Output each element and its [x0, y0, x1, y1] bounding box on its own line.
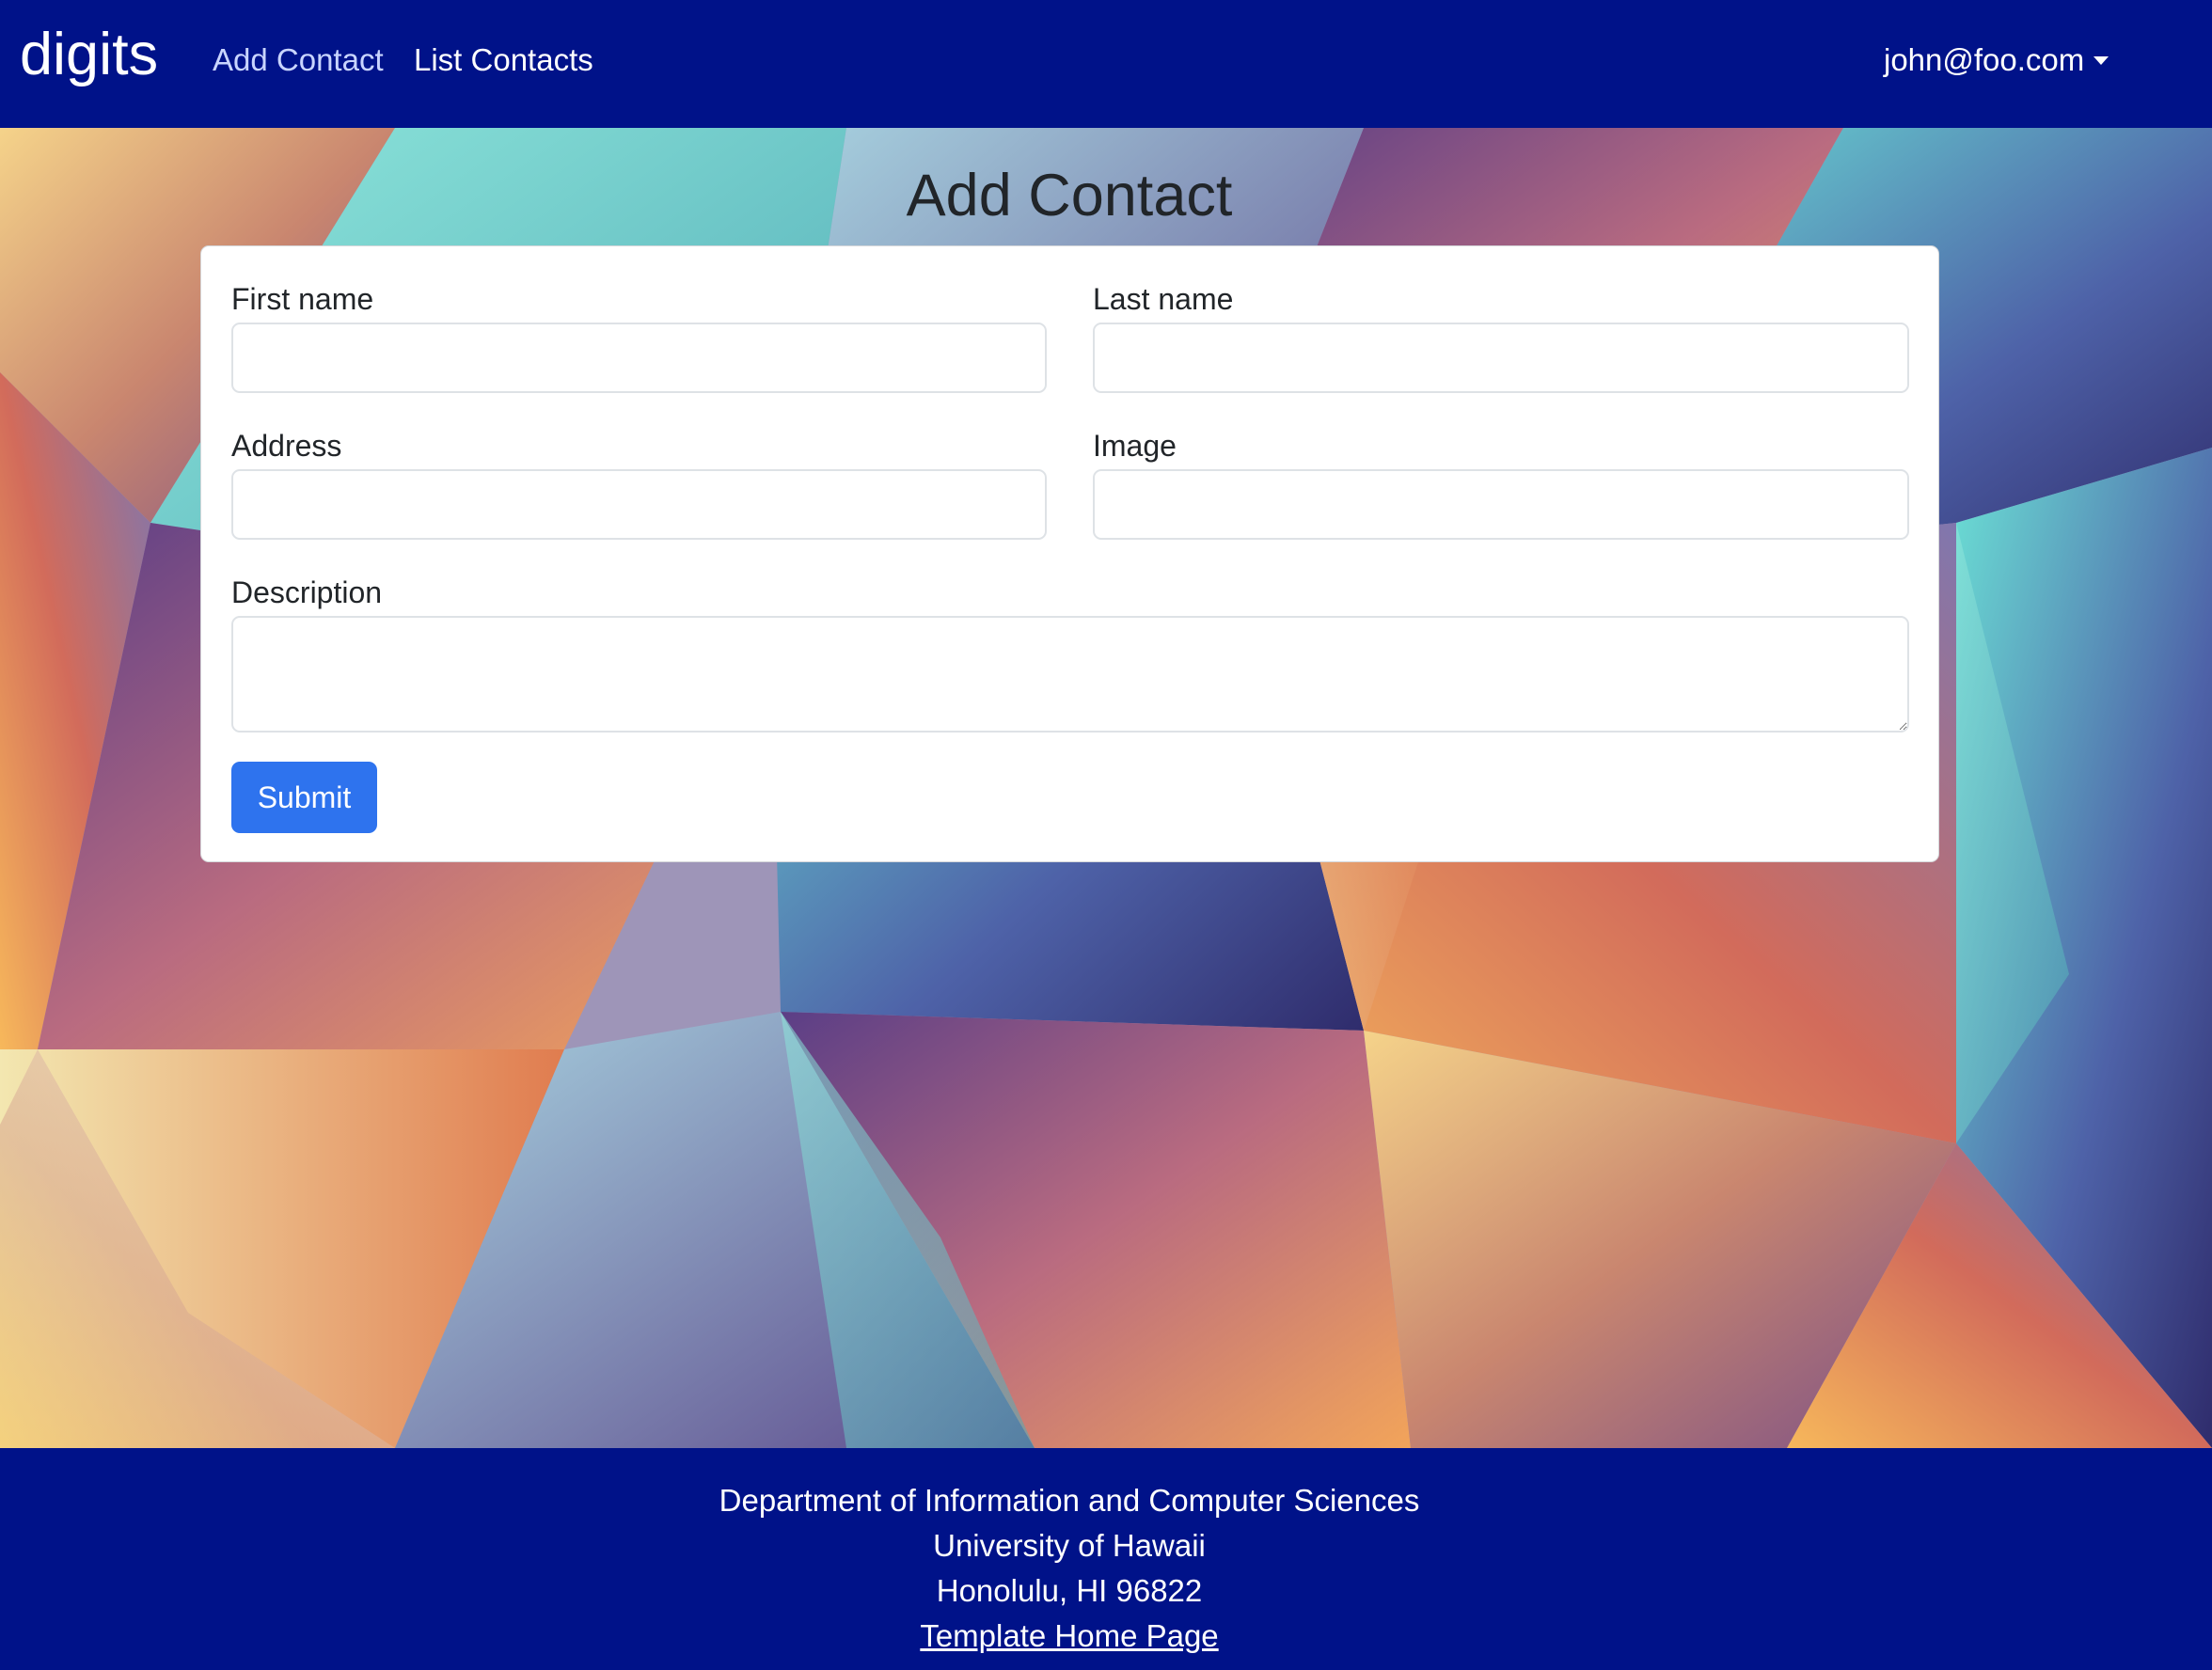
last-name-label: Last name: [1093, 282, 1234, 316]
footer: Department of Information and Computer S…: [0, 1448, 2212, 1670]
nav-link-add-contact[interactable]: Add Contact: [213, 38, 384, 83]
footer-address: Honolulu, HI 96822: [936, 1573, 1203, 1608]
first-name-label: First name: [231, 282, 374, 316]
description-textarea[interactable]: [231, 616, 1909, 733]
first-name-input[interactable]: [231, 323, 1047, 393]
page: digits Add Contact List Contacts john@fo…: [0, 0, 2212, 1670]
description-label: Description: [231, 575, 383, 609]
last-name-input[interactable]: [1093, 323, 1909, 393]
footer-university: University of Hawaii: [933, 1528, 1206, 1563]
address-label: Address: [231, 429, 342, 463]
user-dropdown[interactable]: john@foo.com: [1884, 38, 2109, 83]
nav-link-list-contacts[interactable]: List Contacts: [414, 38, 593, 83]
footer-link-row: Template Home Page: [0, 1614, 2139, 1659]
page-title: Add Contact: [906, 163, 1233, 228]
brand-logo[interactable]: digits: [20, 17, 158, 92]
template-home-page-link[interactable]: Template Home Page: [920, 1618, 1218, 1653]
footer-department: Department of Information and Computer S…: [719, 1483, 1420, 1518]
add-contact-form: First name Last name Address Image Descr…: [200, 245, 1939, 862]
address-input[interactable]: [231, 469, 1047, 540]
caret-down-icon: [2094, 56, 2109, 65]
image-label: Image: [1093, 429, 1177, 463]
navbar: digits Add Contact List Contacts john@fo…: [0, 0, 2212, 128]
image-input[interactable]: [1093, 469, 1909, 540]
submit-button[interactable]: Submit: [231, 762, 377, 833]
user-email: john@foo.com: [1884, 42, 2085, 77]
